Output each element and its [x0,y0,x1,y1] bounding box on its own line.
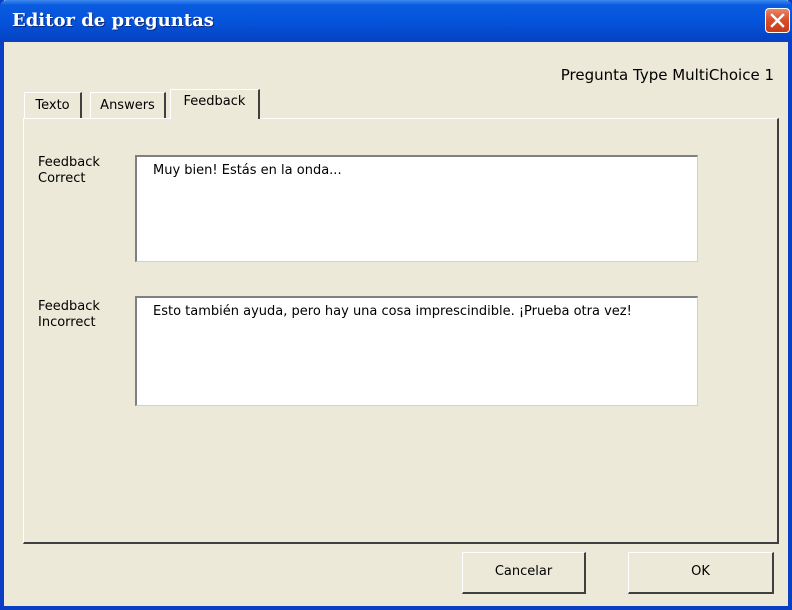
tab-feedback[interactable]: Feedback [170,89,260,119]
feedback-correct-field[interactable]: Muy bien! Estás en la onda... [135,155,698,262]
title-bar[interactable]: Editor de preguntas [0,0,792,42]
tab-label: Feedback [183,94,246,109]
tab-answers[interactable]: Answers [90,92,166,118]
dialog-window: Editor de preguntas Pregunta Type MultiC… [0,0,792,610]
feedback-incorrect-field[interactable]: Esto también ayuda, pero hay una cosa im… [135,296,698,406]
cancel-button[interactable]: Cancelar [462,552,586,594]
tab-label: Answers [100,98,155,113]
close-button[interactable] [765,8,790,33]
feedback-correct-label: Feedback Correct [38,155,100,186]
tab-label: Texto [35,98,70,113]
window-title: Editor de preguntas [12,10,214,31]
close-icon [770,13,785,28]
feedback-panel: Feedback Correct Muy bien! Estás en la o… [23,118,779,544]
feedback-incorrect-label: Feedback Incorrect [38,299,100,330]
ok-button[interactable]: OK [628,552,774,594]
question-type-label: Pregunta Type MultiChoice 1 [560,66,774,84]
tab-texto[interactable]: Texto [24,92,82,118]
